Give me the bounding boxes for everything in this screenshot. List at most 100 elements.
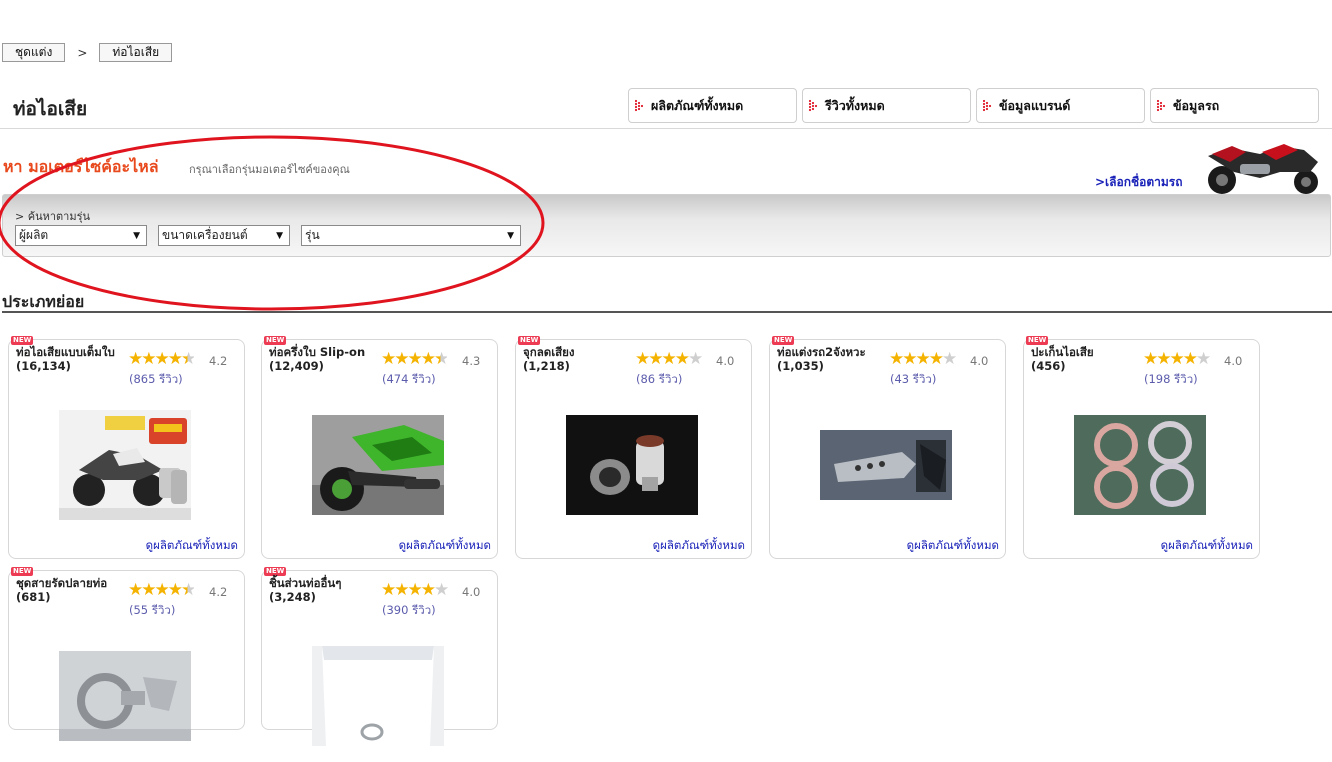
rating-value: 4.2 bbox=[209, 585, 228, 599]
star-full-icon: ★ bbox=[154, 580, 170, 600]
motorcycle-banner-image bbox=[1200, 138, 1326, 194]
two-stroke-pipe-photo[interactable] bbox=[820, 399, 952, 531]
category-name[interactable]: ท่อแต่งรถ2จังหวะ bbox=[777, 346, 889, 358]
finder-hint: กรุณาเลือกรุ่นมอเตอร์ไซค์ของคุณ bbox=[189, 163, 350, 176]
star-rating-icon: ★★★★★ bbox=[381, 349, 449, 369]
rating-value: 4.3 bbox=[462, 354, 481, 368]
breadcrumb: ชุดแต่ง > ท่อไอเสีย bbox=[2, 43, 173, 62]
star-full-icon: ★ bbox=[407, 580, 423, 600]
dotted-arrow-icon bbox=[1156, 99, 1166, 111]
review-count-link[interactable]: (86 รีวิว) bbox=[636, 371, 682, 389]
new-badge: NEW bbox=[1026, 336, 1049, 345]
category-name[interactable]: ชุดสายรัดปลายท่อ bbox=[16, 577, 128, 589]
star-full-icon: ★ bbox=[420, 580, 436, 600]
star-full-icon: ★ bbox=[381, 349, 396, 369]
star-empty-icon: ★ bbox=[942, 349, 957, 369]
star-full-icon: ★ bbox=[154, 349, 170, 369]
category-card[interactable]: NEW ท่อแต่งรถ2จังหวะ (1,035) ★★★★★ 4.0 (… bbox=[769, 336, 1006, 559]
review-count-link[interactable]: (865 รีวิว) bbox=[129, 371, 183, 389]
finder-title: หา มอเตอร์ไซค์อะไหล่ bbox=[3, 157, 159, 176]
star-full-icon: ★ bbox=[1182, 349, 1198, 369]
star-full-icon: ★ bbox=[141, 580, 156, 600]
tab-bike-info[interactable]: ข้อมูลรถ bbox=[1150, 88, 1319, 123]
dotted-arrow-icon bbox=[808, 99, 818, 111]
model-search-panel: > ค้นหาตามรุ่น ผู้ผลิต ▼ ขนาดเครื่องยนต์… bbox=[2, 194, 1331, 257]
star-empty-icon: ★ bbox=[434, 580, 449, 600]
star-full-icon: ★ bbox=[1156, 349, 1171, 369]
category-card[interactable]: NEW ชิ้นส่วนท่ออื่นๆ (3,248) ★★★★★ 4.0 (… bbox=[261, 567, 498, 746]
category-card[interactable]: NEW ชุดสายรัดปลายท่อ (681) ★★★★★ 4.2 (55… bbox=[8, 567, 245, 741]
select-value: รุ่น bbox=[305, 228, 320, 242]
star-full-icon: ★ bbox=[661, 349, 677, 369]
category-name[interactable]: จุกลดเสียง bbox=[523, 346, 635, 358]
caret-down-icon: ▼ bbox=[276, 230, 283, 241]
category-count: (3,248) bbox=[269, 590, 316, 604]
star-rating-icon: ★★★★★ bbox=[128, 580, 196, 600]
star-full-icon: ★ bbox=[648, 349, 663, 369]
star-full-icon: ★ bbox=[902, 349, 917, 369]
new-badge: NEW bbox=[264, 336, 287, 345]
star-half-icon: ★ bbox=[434, 349, 449, 369]
rating-value: 4.0 bbox=[970, 354, 989, 368]
view-all-products-link[interactable]: ดูผลิตภัณฑ์ทั้งหมด bbox=[399, 537, 491, 555]
star-full-icon: ★ bbox=[394, 580, 409, 600]
motorcycle-exhaust-photo[interactable] bbox=[59, 399, 191, 531]
engine-size-select[interactable]: ขนาดเครื่องยนต์ ▼ bbox=[158, 225, 290, 246]
tab-label: ข้อมูลแบรนด์ bbox=[999, 97, 1071, 113]
star-full-icon: ★ bbox=[635, 349, 650, 369]
tab-all-reviews[interactable]: รีวิวทั้งหมด bbox=[802, 88, 971, 123]
star-rating-icon: ★★★★★ bbox=[128, 349, 196, 369]
star-full-icon: ★ bbox=[128, 580, 143, 600]
tab-all-products[interactable]: ผลิตภัณฑ์ทั้งหมด bbox=[628, 88, 797, 123]
breadcrumb-item-exhaust[interactable]: ท่อไอเสีย bbox=[99, 43, 173, 62]
rating-value: 4.0 bbox=[1224, 354, 1243, 368]
rating-value: 4.0 bbox=[716, 354, 735, 368]
review-count-link[interactable]: (198 รีวิว) bbox=[1144, 371, 1198, 389]
star-full-icon: ★ bbox=[128, 349, 143, 369]
star-full-icon: ★ bbox=[1143, 349, 1158, 369]
star-full-icon: ★ bbox=[381, 580, 396, 600]
view-all-products-link[interactable]: ดูผลิตภัณฑ์ทั้งหมด bbox=[653, 537, 745, 555]
star-full-icon: ★ bbox=[407, 349, 423, 369]
category-count: (16,134) bbox=[16, 359, 71, 373]
category-card[interactable]: NEW ปะเก็นไอเสีย (456) ★★★★★ 4.0 (198 รี… bbox=[1023, 336, 1260, 559]
review-count-link[interactable]: (55 รีวิว) bbox=[129, 602, 175, 620]
category-name[interactable]: ปะเก็นไอเสีย bbox=[1031, 346, 1143, 358]
silencer-plug-photo[interactable] bbox=[566, 399, 698, 531]
model-select[interactable]: รุ่น ▼ bbox=[301, 225, 521, 246]
category-card[interactable]: NEW จุกลดเสียง (1,218) ★★★★★ 4.0 (86 รีว… bbox=[515, 336, 752, 559]
category-name[interactable]: ชิ้นส่วนท่ออื่นๆ bbox=[269, 577, 381, 589]
category-card[interactable]: NEW ท่อครึ่งใบ Slip-on (12,409) ★★★★★ 4.… bbox=[261, 336, 498, 559]
category-name[interactable]: ท่อไอเสียแบบเต็มใบ bbox=[16, 346, 128, 358]
tab-label: ข้อมูลรถ bbox=[1173, 97, 1220, 113]
section-divider bbox=[2, 311, 1332, 313]
star-full-icon: ★ bbox=[167, 580, 183, 600]
page-title: ท่อไอเสีย bbox=[13, 98, 88, 120]
green-motorcycle-photo[interactable] bbox=[312, 399, 444, 531]
new-badge: NEW bbox=[11, 567, 34, 576]
review-count-link[interactable]: (43 รีวิว) bbox=[890, 371, 936, 389]
select-by-bike-link[interactable]: >เลือกชื่อตามรถ bbox=[1095, 173, 1183, 192]
caret-down-icon: ▼ bbox=[507, 230, 514, 241]
tab-brand-info[interactable]: ข้อมูลแบรนด์ bbox=[976, 88, 1145, 123]
exhaust-clamp-photo[interactable] bbox=[59, 630, 191, 762]
category-count: (456) bbox=[1031, 359, 1066, 373]
manufacturer-select[interactable]: ผู้ผลิต ▼ bbox=[15, 225, 147, 246]
breadcrumb-item-parts[interactable]: ชุดแต่ง bbox=[2, 43, 66, 62]
category-card[interactable]: NEW ท่อไอเสียแบบเต็มใบ (16,134) ★★★★★ 4.… bbox=[8, 336, 245, 559]
category-name[interactable]: ท่อครึ่งใบ Slip-on bbox=[269, 346, 381, 358]
view-all-products-link[interactable]: ดูผลิตภัณฑ์ทั้งหมด bbox=[1161, 537, 1253, 555]
review-count-link[interactable]: (390 รีวิว) bbox=[382, 602, 436, 620]
select-value: ผู้ผลิต bbox=[19, 228, 49, 242]
star-full-icon: ★ bbox=[420, 349, 436, 369]
view-all-products-link[interactable]: ดูผลิตภัณฑ์ทั้งหมด bbox=[146, 537, 238, 555]
star-full-icon: ★ bbox=[674, 349, 690, 369]
exhaust-wool-photo[interactable] bbox=[312, 630, 444, 762]
star-full-icon: ★ bbox=[394, 349, 409, 369]
exhaust-gasket-photo[interactable] bbox=[1074, 399, 1206, 531]
view-all-products-link[interactable]: ดูผลิตภัณฑ์ทั้งหมด bbox=[907, 537, 999, 555]
review-count-link[interactable]: (474 รีวิว) bbox=[382, 371, 436, 389]
star-full-icon: ★ bbox=[915, 349, 931, 369]
tab-label: รีวิวทั้งหมด bbox=[825, 97, 885, 113]
category-count: (681) bbox=[16, 590, 51, 604]
